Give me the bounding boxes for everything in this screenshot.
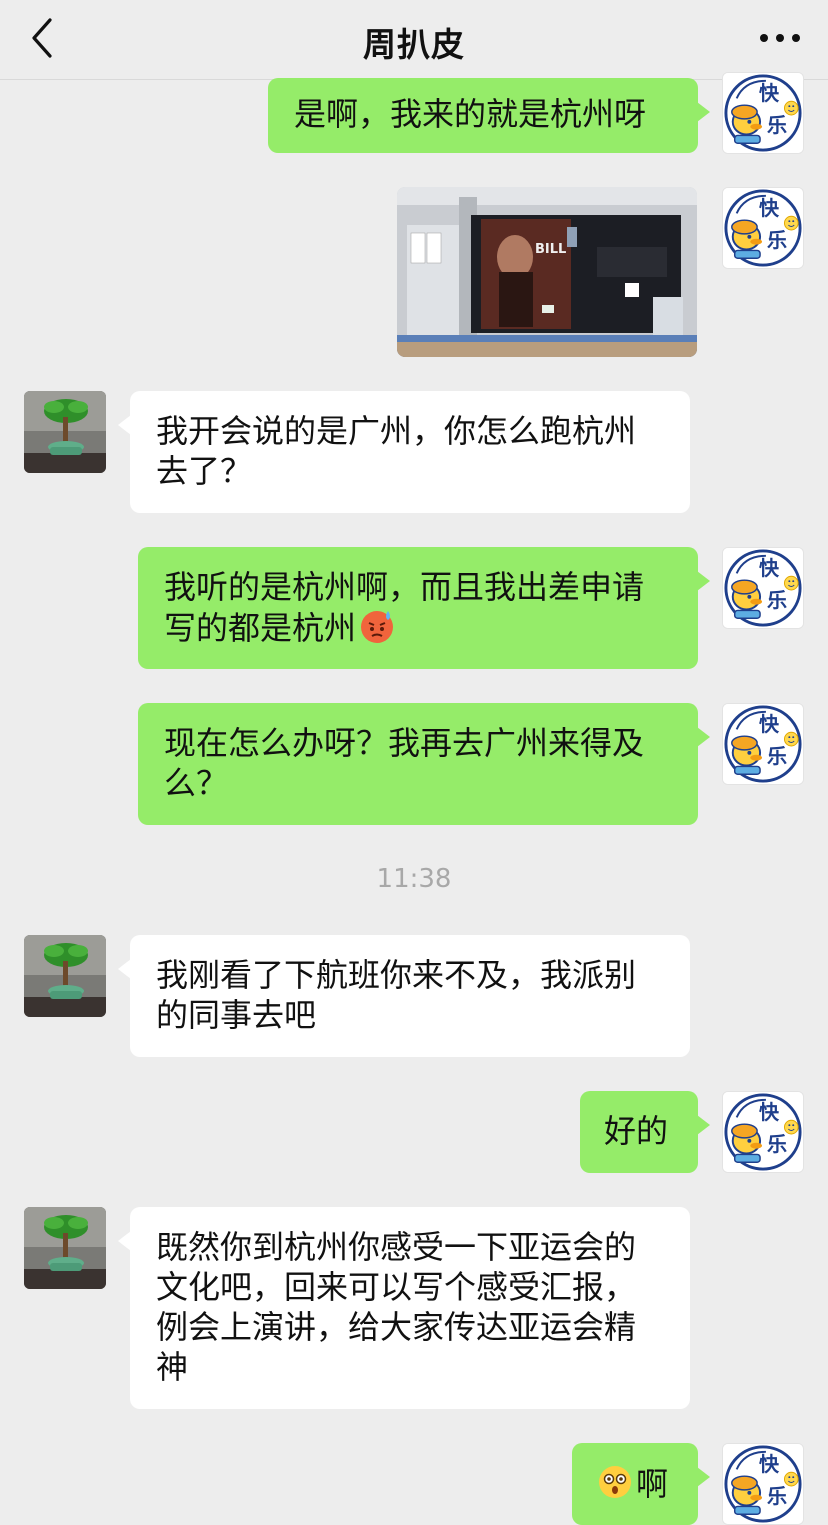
- message-text: 是啊，我来的就是杭州呀: [294, 95, 647, 133]
- bonsai-avatar-icon: [24, 1207, 106, 1289]
- avatar-label-bottom: 乐: [767, 588, 787, 612]
- message-text: 既然你到杭州你感受一下亚运会的文化吧，回来可以写个感受汇报，例会上演讲，给大家传…: [156, 1228, 637, 1386]
- avatar-label-top: 快: [759, 81, 779, 105]
- billboard-photo-icon: BILL: [397, 187, 697, 357]
- message-text: 啊: [636, 1465, 669, 1503]
- bonsai-avatar-icon: [24, 935, 106, 1017]
- avatar[interactable]: [24, 391, 106, 473]
- avatar-label-bottom: 乐: [767, 744, 787, 768]
- message-text: 我刚看了下航班你来不及，我派别的同事去吧: [156, 956, 637, 1034]
- avatar[interactable]: 快 乐: [722, 187, 804, 269]
- message-bubble[interactable]: 是啊，我来的就是杭州呀: [268, 78, 710, 153]
- message-text: 现在怎么办呀？我再去广州来得及么？: [164, 724, 645, 802]
- avatar[interactable]: [24, 1207, 106, 1289]
- avatar[interactable]: 快 乐: [722, 703, 804, 785]
- avatar-label-top: 快: [759, 1452, 779, 1476]
- message-bubble[interactable]: 既然你到杭州你感受一下亚运会的文化吧，回来可以写个感受汇报，例会上演讲，给大家传…: [118, 1207, 690, 1409]
- bonsai-avatar-icon: [24, 391, 106, 473]
- message-bubble[interactable]: 我听的是杭州啊，而且我出差申请写的都是杭州: [138, 547, 710, 669]
- avatar-label-bottom: 乐: [767, 1132, 787, 1156]
- chat-header: 周扒皮: [0, 0, 828, 80]
- avatar-label-bottom: 乐: [767, 113, 787, 137]
- message-bubble[interactable]: 我刚看了下航班你来不及，我派别的同事去吧: [118, 935, 690, 1057]
- avatar-label-bottom: 乐: [767, 1484, 787, 1508]
- avatar[interactable]: 快 乐: [722, 1443, 804, 1525]
- avatar[interactable]: 快 乐: [722, 1091, 804, 1173]
- message-text: 我开会说的是广州，你怎么跑杭州去了？: [156, 412, 637, 490]
- message-bubble[interactable]: 啊: [572, 1443, 710, 1525]
- message-bubble[interactable]: 现在怎么办呀？我再去广州来得及么？: [138, 703, 710, 825]
- avatar-label-top: 快: [759, 1100, 779, 1124]
- avatar-label-top: 快: [759, 196, 779, 220]
- more-dots-icon: [760, 34, 800, 42]
- message-text: 好的: [604, 1112, 669, 1150]
- sweat-angry-emoji: [361, 611, 394, 643]
- timestamp: 11:38: [376, 864, 452, 894]
- shocked-emoji: [599, 1466, 631, 1498]
- avatar[interactable]: 快 乐: [722, 547, 804, 629]
- avatar-label-top: 快: [759, 712, 779, 736]
- chat-title: 周扒皮: [363, 25, 465, 64]
- message-text: 我听的是杭州啊，而且我出差申请写的都是杭州: [164, 568, 645, 647]
- avatar[interactable]: 快 乐: [722, 72, 804, 154]
- message-bubble[interactable]: 我开会说的是广州，你怎么跑杭州去了？: [118, 391, 690, 513]
- message-bubble[interactable]: 好的: [580, 1091, 710, 1173]
- avatar-label-top: 快: [759, 556, 779, 580]
- image-message[interactable]: BILL: [397, 187, 697, 357]
- svg-text:BILL: BILL: [535, 242, 566, 257]
- avatar-label-bottom: 乐: [767, 228, 787, 252]
- more-button[interactable]: [756, 26, 804, 50]
- avatar[interactable]: [24, 935, 106, 1017]
